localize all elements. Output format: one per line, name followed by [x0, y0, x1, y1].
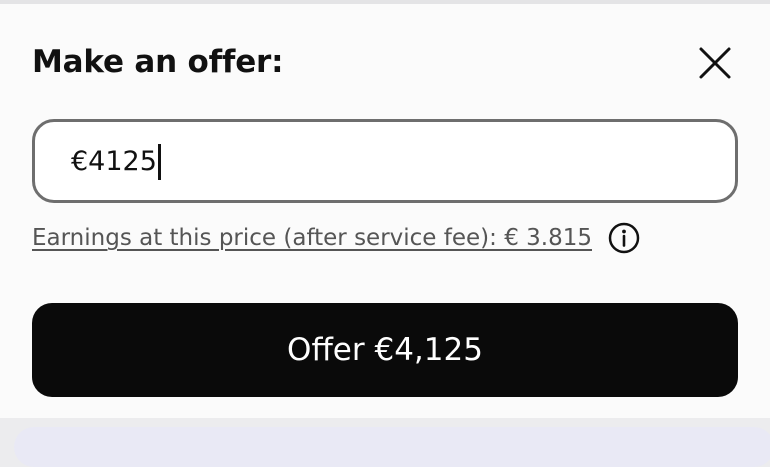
offer-submit-label: Offer €4,125: [287, 332, 483, 368]
text-cursor: [157, 144, 161, 180]
close-button[interactable]: [690, 38, 740, 88]
next-section-card: [14, 427, 770, 467]
earnings-link[interactable]: Earnings at this price (after service fe…: [32, 225, 592, 251]
info-button[interactable]: [608, 222, 640, 254]
info-icon: [608, 222, 640, 254]
offer-submit-button[interactable]: Offer €4,125: [32, 303, 738, 397]
offer-amount-value: €4125: [71, 146, 157, 177]
close-icon: [699, 47, 731, 79]
dialog-title: Make an offer:: [32, 44, 284, 80]
earnings-row: Earnings at this price (after service fe…: [32, 221, 640, 255]
offer-amount-input[interactable]: €4125: [32, 119, 738, 203]
offer-dialog: Make an offer: €4125 Earnings at this pr…: [0, 4, 770, 418]
